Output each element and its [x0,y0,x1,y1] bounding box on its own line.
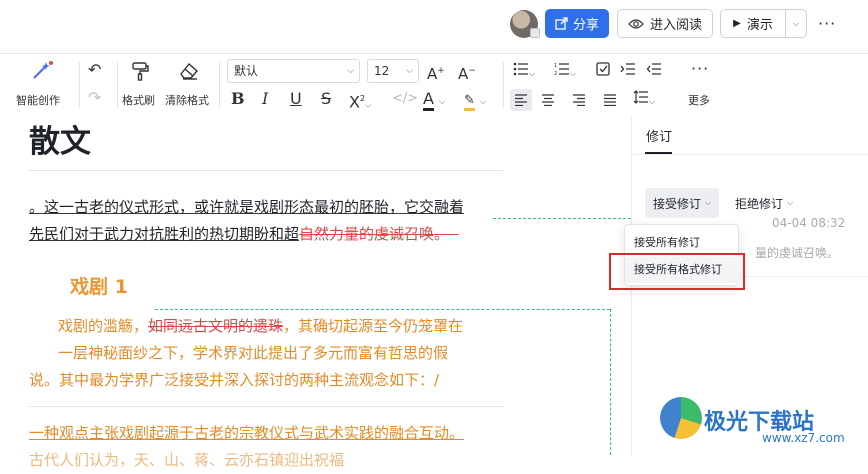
paragraph-line[interactable]: 戏剧的滥觞，如同远古文明的遗珠，其确切起源至今仍笼罩在 [58,313,463,340]
card-divider [740,276,868,277]
highlight-color-icon[interactable]: ✎ ⌵ [464,90,486,111]
align-justify-icon[interactable] [603,89,617,110]
font-color-icon[interactable]: A ⌵ [423,89,445,111]
present-dropdown-button[interactable]: ⌵ [785,9,807,38]
chevron-down-icon: ⌵ [704,198,712,207]
format-painter-label[interactable]: 格式刷 [122,92,155,108]
document-canvas: 散文 。这一古老的仪式形式，或许就是戏剧形态最初的胚胎，它交融着 先民们对于武力… [0,116,631,469]
toolbar-separator [219,62,220,108]
increase-font-icon[interactable]: A+ [427,62,445,83]
inserted-text: 一种观点主张戏剧起源于古老的宗教仪式与武术实践的融合互动。 [29,424,465,442]
decrease-font-icon[interactable]: A− [458,62,476,83]
play-icon: ▶ [733,18,741,29]
toolbar-separator [117,62,118,108]
top-bar: 分享 进入阅读 ▶ 演示 ⌵ ··· [0,0,868,50]
undo-icon[interactable]: ↶ [88,61,101,79]
bullet-list-icon[interactable]: ⌵ [513,62,535,83]
chevron-down-icon: ⌵ [406,66,413,76]
revision-connector [155,309,610,310]
section-divider [29,406,503,407]
share-icon [555,17,568,30]
svg-text:1: 1 [554,63,557,69]
reject-revision-button[interactable]: 拒绝修订 ⌵ [730,188,798,218]
numbered-list-icon[interactable]: 1 2 ⌵ [554,62,576,83]
svg-text:2: 2 [554,71,557,76]
present-label: 演示 [746,18,773,33]
toolbar-separator [79,62,80,108]
font-family-value: 默认 [234,64,259,78]
eye-icon [628,18,644,29]
font-size-value: 12 [374,64,390,78]
more-tools-icon[interactable]: ··· [691,60,709,78]
watermark-url: www.xz7.com [762,431,845,445]
bold-icon[interactable]: B [231,90,245,108]
editor-toolbar: 智能创作 ↶ ↷ 格式刷 清除格式 默认 ⌵ 12 ⌵ A+ A− B I U … [0,54,868,116]
enter-reading-button[interactable]: 进入阅读 [617,9,713,38]
smart-create-label[interactable]: 智能创作 [16,92,60,108]
watermark-logo [660,397,702,439]
body-text: ，其确切起源至今仍笼罩在 [283,317,464,335]
align-left-icon[interactable] [510,89,532,111]
avatar-status-icon [530,28,540,38]
clear-format-label[interactable]: 清除格式 [165,92,209,108]
revision-preview: 量的虔诚召唤。 [755,246,840,260]
inserted-text: 。这一古老的仪式形式，或许就是戏剧形态最初的胚胎，它交融着 [29,198,465,216]
body-text: 戏剧的滥觞， [58,317,149,335]
accept-label: 接受修订 [652,196,701,211]
body-text: 一层神秘面纱之下，学术界对此提出了多元而富有哲思的假 [58,344,449,362]
read-label: 进入阅读 [649,18,702,33]
body-text: 说。其中最为学界广泛接受并深入探讨的两种主流观念如下：/ [29,371,440,389]
font-size-select[interactable]: 12 ⌵ [367,59,419,83]
panel-divider [632,154,868,155]
body-text: 古代人们认为，天、山、蒋、云亦石镇迎出祝福 [29,451,345,469]
section-heading[interactable]: 戏剧 1 [70,272,128,299]
deleted-text: 自然力量的虔诚召唤。 [299,225,450,243]
italic-icon[interactable]: I [262,90,268,108]
underline-icon[interactable]: U [290,90,302,108]
deleted-text [449,225,459,243]
chevron-down-icon: ⌵ [347,66,354,76]
share-button[interactable]: 分享 [545,9,609,38]
revision-connector [610,309,611,455]
eraser-icon[interactable] [178,61,200,85]
paragraph-line[interactable]: 说。其中最为学界广泛接受并深入探讨的两种主流观念如下：/ [29,367,439,394]
share-label: 分享 [572,18,599,33]
line-spacing-icon[interactable]: ⌵ [633,90,655,111]
page-title[interactable]: 散文 [29,116,91,161]
paragraph-line[interactable]: 古代人们认为，天、山、蒋、云亦石镇迎出祝福 [29,447,344,474]
outdent-icon[interactable] [646,62,662,80]
title-divider [29,170,503,171]
annotation-highlight-box [609,253,745,290]
format-painter-icon[interactable] [130,61,150,85]
revision-connector [493,218,631,219]
tab-revisions[interactable]: 修订 [646,126,672,145]
magic-wand-icon[interactable] [30,60,54,84]
revision-timestamp: 04-04 08:32 [772,216,846,230]
chevron-down-icon: ⌵ [792,18,800,28]
strikethrough-icon[interactable]: S [321,90,331,108]
reject-label: 拒绝修订 [734,196,783,211]
redo-icon[interactable]: ↷ [88,89,101,107]
more-options-button[interactable]: ··· [818,14,836,33]
align-right-icon[interactable] [572,89,586,110]
font-family-select[interactable]: 默认 ⌵ [227,59,360,83]
deleted-text: 如同远古文明的遗珠 [148,317,284,335]
paragraph-line[interactable]: 一层神秘面纱之下，学术界对此提出了多元而富有哲思的假 [29,340,448,367]
superscript-icon[interactable]: X2⌵ [349,90,371,114]
align-center-icon[interactable] [541,89,555,110]
paragraph-line[interactable]: 先民们对于武力对抗胜利的热切期盼和超自然力量的虔诚召唤。 [29,221,459,248]
present-button[interactable]: ▶ 演示 [720,9,786,38]
paragraph-line[interactable]: 一种观点主张戏剧起源于古老的宗教仪式与武术实践的融合互动。 [29,420,464,447]
paragraph-line[interactable]: 。这一古老的仪式形式，或许就是戏剧形态最初的胚胎，它交融着 [29,194,464,221]
checkbox-list-icon[interactable] [596,62,612,80]
indent-icon[interactable] [620,62,636,80]
more-tools-label[interactable]: 更多 [688,92,710,108]
chevron-down-icon: ⌵ [786,198,794,207]
accept-revision-button[interactable]: 接受修订 ⌵ [645,188,719,218]
toolbar-separator [503,62,504,108]
code-icon[interactable]: </> [392,90,418,108]
inserted-text: 先民们对于武力对抗胜利的热切期盼和超 [29,225,300,243]
